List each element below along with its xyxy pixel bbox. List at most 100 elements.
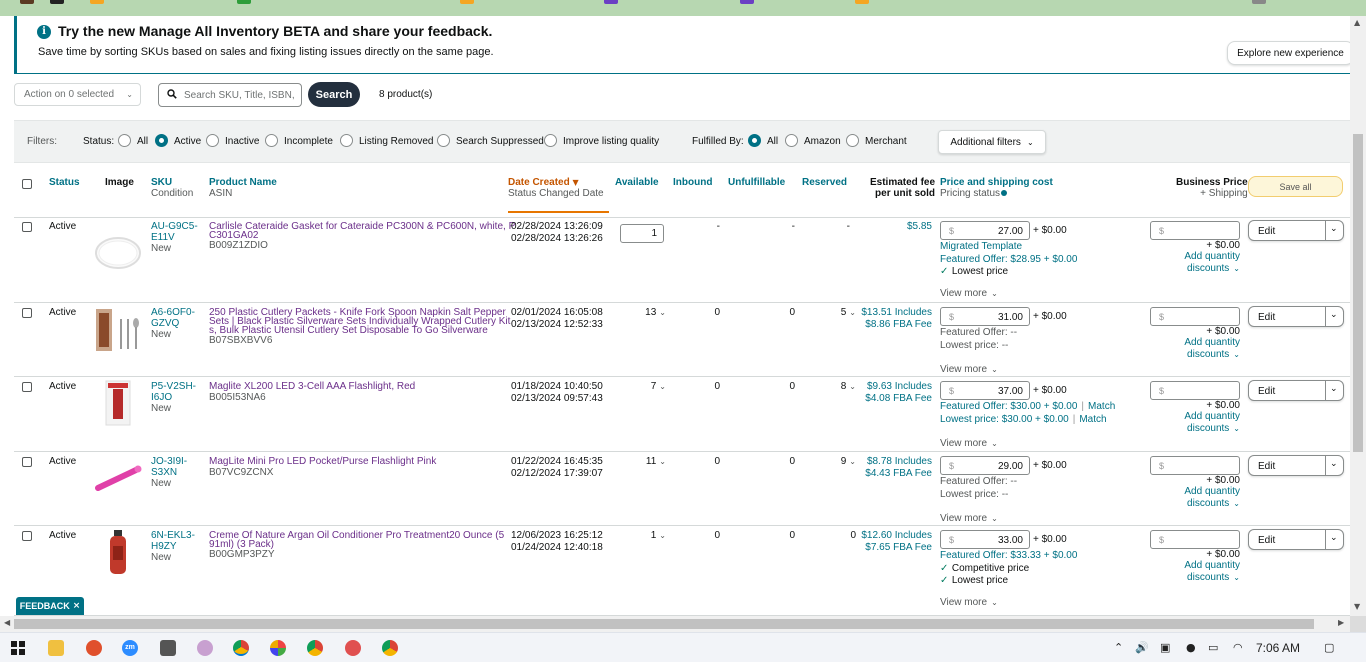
chrome-profile-icon[interactable]	[307, 640, 323, 656]
horizontal-scrollbar[interactable]: ◀ ▶	[0, 616, 1350, 632]
estimated-fee[interactable]: $8.78 Includes	[832, 457, 932, 467]
save-all-button[interactable]: Save all	[1248, 176, 1343, 197]
search-button[interactable]: Search	[308, 82, 360, 107]
available-dropdown[interactable]: 13 ⌄	[614, 308, 666, 318]
scroll-up-icon[interactable]: ▲	[1354, 18, 1360, 27]
add-quantity-discounts-link[interactable]: Add quantity	[1150, 338, 1240, 348]
fulfilled-radio-merchant[interactable]	[846, 134, 859, 147]
add-quantity-discounts-link[interactable]: discounts ⌄	[1150, 573, 1240, 583]
business-price-input[interactable]: $	[1150, 530, 1240, 549]
add-quantity-discounts-link[interactable]: Add quantity	[1150, 487, 1240, 497]
chrome-profile-icon[interactable]	[382, 640, 398, 656]
add-quantity-discounts-link[interactable]: discounts ⌄	[1150, 499, 1240, 509]
col-sku[interactable]: SKU Condition	[151, 177, 193, 199]
add-quantity-discounts-link[interactable]: discounts ⌄	[1150, 350, 1240, 360]
business-price-input[interactable]: $	[1150, 456, 1240, 475]
sku-link[interactable]: 6N-EKL3-	[151, 531, 195, 541]
chevron-down-icon[interactable]: ⌄	[1330, 384, 1338, 394]
zoom-icon[interactable]: zm	[122, 640, 138, 656]
status-option-label[interactable]: Inactive	[225, 136, 259, 147]
match-price-link[interactable]: Match	[1088, 401, 1115, 412]
available-quantity-input[interactable]: 1	[620, 224, 664, 243]
tab-favicon[interactable]	[460, 0, 474, 4]
estimated-fee-detail[interactable]: $7.65 FBA Fee	[832, 543, 932, 553]
pricing-status-line[interactable]: Migrated Template	[940, 242, 1022, 252]
edit-button[interactable]: Edit	[1258, 386, 1275, 397]
add-quantity-discounts-link[interactable]: Add quantity	[1150, 252, 1240, 262]
status-option-label[interactable]: Improve listing quality	[563, 136, 659, 147]
meet-now-icon[interactable]: ▣	[1160, 641, 1170, 654]
status-option-label[interactable]: Listing Removed	[359, 136, 433, 147]
view-more-link[interactable]: View more ⌄	[940, 597, 998, 608]
add-quantity-discounts-link[interactable]: Add quantity	[1150, 561, 1240, 571]
estimated-fee[interactable]: $9.63 Includes	[832, 382, 932, 392]
sku-link[interactable]: H9ZY	[151, 542, 177, 552]
close-icon[interactable]: ×	[73, 601, 81, 611]
estimated-fee-detail[interactable]: $4.08 FBA Fee	[832, 394, 932, 404]
tab-favicon[interactable]	[50, 0, 64, 4]
chrome-icon[interactable]	[233, 640, 249, 656]
status-radio-all[interactable]	[118, 134, 131, 147]
tab-favicon[interactable]	[20, 0, 34, 4]
edit-split-button[interactable]: Edit ⌄	[1248, 455, 1344, 476]
wps-office-icon[interactable]	[86, 640, 102, 656]
fulfilled-option-label[interactable]: All	[767, 136, 778, 147]
product-image[interactable]	[94, 454, 142, 502]
sku-link[interactable]: GZVQ	[151, 319, 179, 329]
product-image[interactable]	[94, 379, 142, 427]
app-icon[interactable]	[345, 640, 361, 656]
price-input[interactable]: $33.00	[940, 530, 1030, 549]
volume-icon[interactable]: 🔊	[1135, 641, 1149, 654]
fulfilled-option-label[interactable]: Merchant	[865, 136, 907, 147]
scrollbar-thumb[interactable]	[14, 619, 1314, 629]
view-more-link[interactable]: View more ⌄	[940, 288, 998, 299]
chevron-up-icon[interactable]: ⌃	[1114, 641, 1123, 654]
battery-icon[interactable]: ▭	[1208, 641, 1218, 654]
row-checkbox[interactable]	[22, 308, 32, 318]
additional-filters-button[interactable]: Additional filters ⌄	[938, 130, 1046, 154]
business-price-input[interactable]: $	[1150, 381, 1240, 400]
status-radio-listing-removed[interactable]	[340, 134, 353, 147]
calculator-icon[interactable]	[160, 640, 176, 656]
status-option-label[interactable]: Incomplete	[284, 136, 333, 147]
business-price-input[interactable]: $	[1150, 307, 1240, 326]
edit-split-button[interactable]: Edit ⌄	[1248, 380, 1344, 401]
pricing-status-line[interactable]: Featured Offer: $33.33 + $0.00	[940, 551, 1077, 561]
slack-icon[interactable]	[270, 640, 286, 656]
sku-link[interactable]: JO-3I9I-	[151, 457, 187, 467]
row-checkbox[interactable]	[22, 222, 32, 232]
explore-new-experience-button[interactable]: Explore new experience	[1227, 41, 1350, 65]
row-checkbox[interactable]	[22, 457, 32, 467]
edit-split-button[interactable]: Edit ⌄	[1248, 220, 1344, 241]
available-dropdown[interactable]: 1 ⌄	[614, 531, 666, 541]
product-image[interactable]	[94, 528, 142, 576]
sku-link[interactable]: E11V	[151, 233, 175, 243]
col-available[interactable]: Available	[615, 177, 659, 188]
business-price-input[interactable]: $	[1150, 221, 1240, 240]
sku-link[interactable]: I6JO	[151, 393, 172, 403]
estimated-fee-detail[interactable]: $8.86 FBA Fee	[832, 320, 932, 330]
add-quantity-discounts-link[interactable]: Add quantity	[1150, 412, 1240, 422]
pricing-status-line[interactable]: Featured Offer: $30.00 + $0.00 | Match	[940, 402, 1115, 412]
tab-favicon[interactable]	[604, 0, 618, 4]
edit-button[interactable]: Edit	[1258, 312, 1275, 323]
match-price-link[interactable]: Match	[1079, 414, 1106, 425]
pricing-status-line[interactable]: Lowest price: $30.00 + $0.00 | Match	[940, 414, 1107, 425]
status-radio-active[interactable]	[155, 134, 168, 147]
col-status[interactable]: Status	[49, 177, 80, 188]
col-price-shipping[interactable]: Price and shipping cost Pricing status	[940, 177, 1053, 199]
col-inbound[interactable]: Inbound	[673, 177, 712, 188]
status-option-label[interactable]: All	[137, 136, 148, 147]
fulfilled-radio-all[interactable]	[748, 134, 761, 147]
microphone-icon[interactable]: ●	[1186, 641, 1196, 654]
edit-split-button[interactable]: Edit ⌄	[1248, 529, 1344, 550]
info-icon[interactable]	[1001, 190, 1008, 196]
edit-button[interactable]: Edit	[1258, 226, 1275, 237]
product-image[interactable]	[94, 305, 142, 353]
available-dropdown[interactable]: 11 ⌄	[614, 457, 666, 467]
status-radio-inactive[interactable]	[206, 134, 219, 147]
tab-favicon[interactable]	[740, 0, 754, 4]
view-more-link[interactable]: View more ⌄	[940, 439, 998, 449]
file-explorer-icon[interactable]	[48, 640, 64, 656]
row-checkbox[interactable]	[22, 382, 32, 392]
